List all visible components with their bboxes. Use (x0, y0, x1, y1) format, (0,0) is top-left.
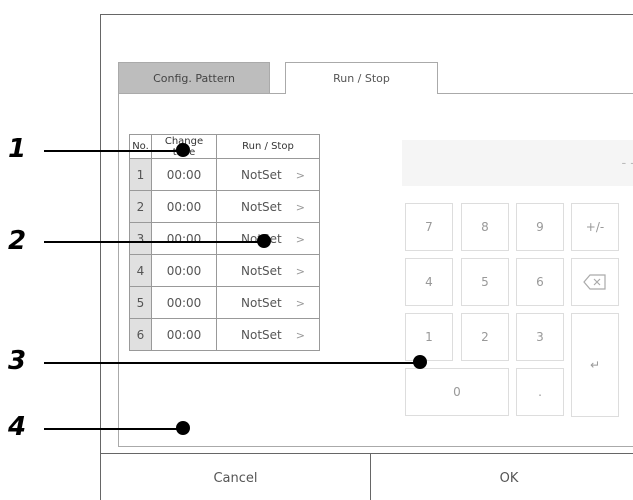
row-number: 4 (129, 254, 152, 287)
callout-3-label: 3 (8, 346, 27, 376)
row-number: 2 (129, 190, 152, 223)
value-display: - - (402, 140, 633, 186)
callout-4-line (44, 428, 184, 430)
callout-3-line (44, 362, 420, 364)
change-time-cell[interactable]: 00:00 (151, 158, 217, 191)
table-row: 3 00:00 NotSet> (129, 222, 320, 255)
dialog-footer: Cancel OK (101, 453, 633, 500)
chevron-right-icon: > (295, 168, 305, 182)
key-8[interactable]: 8 (461, 203, 509, 251)
callout-1-line (44, 150, 184, 152)
table-row: 5 00:00 NotSet > (129, 286, 320, 319)
callout-2-dot (257, 234, 271, 248)
column-header-run-stop: Run / Stop (216, 134, 320, 159)
table-header-row: No. Change time Run / Stop (129, 134, 320, 159)
chevron-right-icon: > (295, 232, 305, 246)
run-stop-value: NotSet (241, 167, 282, 182)
chevron-right-icon: > (295, 264, 305, 278)
key-decimal[interactable]: . (516, 368, 564, 416)
table-row: 1 00:00 NotSet > (129, 158, 320, 191)
change-time-cell[interactable]: 00:00 (151, 286, 217, 319)
ok-button[interactable]: OK (372, 454, 633, 500)
key-5[interactable]: 5 (461, 258, 509, 306)
run-stop-value: NotSet (241, 327, 282, 342)
key-0[interactable]: 0 (405, 368, 509, 416)
callout-2-line (44, 241, 264, 243)
change-time-cell[interactable]: 00:00 (151, 254, 217, 287)
key-6[interactable]: 6 (516, 258, 564, 306)
key-enter[interactable]: ↵ (571, 313, 619, 417)
tab-run-stop[interactable]: Run / Stop (285, 62, 438, 94)
key-2[interactable]: 2 (461, 313, 509, 361)
callout-4-label: 4 (8, 412, 27, 442)
column-header-no: No. (129, 134, 152, 159)
callout-1-label: 1 (8, 134, 27, 164)
tab-content-panel: No. Change time Run / Stop 1 00:00 NotSe… (118, 93, 633, 447)
callout-1-dot (176, 143, 190, 157)
dialog-header (101, 15, 633, 45)
run-stop-value: NotSet (241, 199, 282, 214)
run-stop-cell[interactable]: NotSet > (216, 286, 320, 319)
tab-config-pattern[interactable]: Config. Pattern (118, 62, 270, 94)
run-stop-cell[interactable]: NotSet > (216, 190, 320, 223)
callout-4-dot (176, 421, 190, 435)
change-time-cell[interactable]: 00:00 (151, 222, 217, 255)
run-stop-value: NotSet (241, 295, 282, 310)
key-backspace[interactable] (571, 258, 619, 306)
run-stop-cell[interactable]: NotSet > (216, 254, 320, 287)
key-3[interactable]: 3 (516, 313, 564, 361)
chevron-right-icon: > (295, 200, 305, 214)
chevron-right-icon: > (295, 296, 305, 310)
key-7[interactable]: 7 (405, 203, 453, 251)
table-row: 4 00:00 NotSet > (129, 254, 320, 287)
callout-2-label: 2 (8, 226, 27, 256)
run-stop-cell[interactable]: NotSet > (216, 318, 320, 351)
key-1[interactable]: 1 (405, 313, 453, 361)
cancel-button[interactable]: Cancel (101, 454, 371, 500)
key-9[interactable]: 9 (516, 203, 564, 251)
key-4[interactable]: 4 (405, 258, 453, 306)
row-number: 5 (129, 286, 152, 319)
row-number: 3 (129, 222, 152, 255)
change-time-cell[interactable]: 00:00 (151, 318, 217, 351)
table-row: 2 00:00 NotSet > (129, 190, 320, 223)
callout-3-dot (413, 355, 427, 369)
key-plus-minus[interactable]: +/- (571, 203, 619, 251)
change-time-cell[interactable]: 00:00 (151, 190, 217, 223)
row-number: 6 (129, 318, 152, 351)
run-stop-value: NotSet (241, 263, 282, 278)
backspace-icon (583, 274, 606, 290)
chevron-right-icon: > (295, 328, 305, 342)
row-number: 1 (129, 158, 152, 191)
run-stop-cell[interactable]: NotSet > (216, 158, 320, 191)
table-row: 6 00:00 NotSet > (129, 318, 320, 351)
